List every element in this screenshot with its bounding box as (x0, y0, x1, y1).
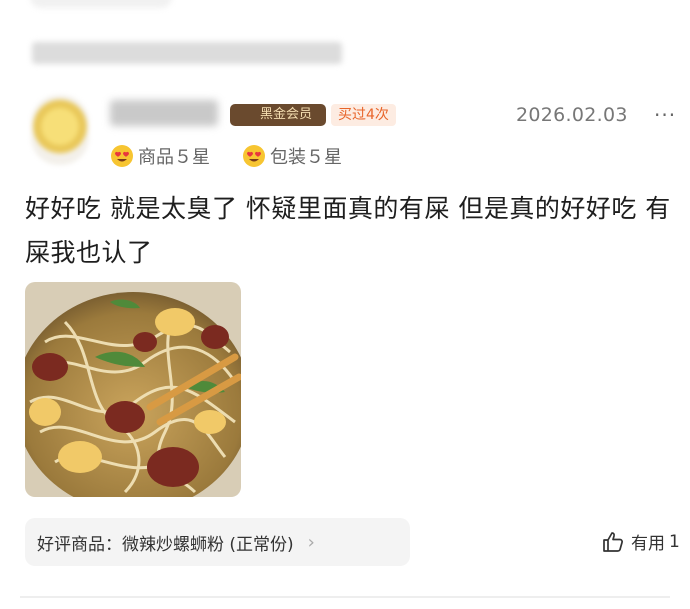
product-rating: 商品５星 (110, 143, 210, 169)
member-badge: 黑金会员 (230, 104, 326, 126)
useful-label: 有用 (631, 534, 665, 554)
heart-eyes-emoji-icon (243, 145, 265, 167)
more-dots-icon[interactable]: ··· (654, 103, 676, 127)
product-link[interactable]: 好评商品： 微辣炒螺蛳粉 (正常份) › (25, 518, 410, 566)
username-obscured[interactable] (110, 100, 218, 126)
review-photo[interactable] (25, 282, 241, 497)
review-text: 好好吃 就是太臭了 怀疑里面真的有屎 但是真的好好吃 有屎我也认了 (25, 194, 671, 267)
heart-eyes-emoji-icon (111, 145, 133, 167)
purchase-count-badge: 买过4次 (331, 104, 396, 126)
rating-label: 包装５星 (270, 147, 342, 168)
useful-count: 1 (669, 531, 680, 552)
rating-label: 商品５星 (138, 147, 210, 168)
package-rating: 包装５星 (242, 143, 342, 169)
product-label: 好评商品： (37, 534, 122, 555)
thumbs-up-icon (603, 531, 623, 552)
divider (20, 596, 670, 598)
avatar[interactable] (31, 95, 89, 165)
chevron-right-icon: › (307, 531, 315, 553)
product-name: 微辣炒螺蛳粉 (正常份) (122, 534, 294, 555)
previous-tag (30, 0, 172, 8)
useful-button[interactable]: 有用 1 (601, 529, 680, 554)
review-date: 2026.02.03 (516, 104, 628, 126)
previous-review-text-obscured (32, 42, 342, 64)
